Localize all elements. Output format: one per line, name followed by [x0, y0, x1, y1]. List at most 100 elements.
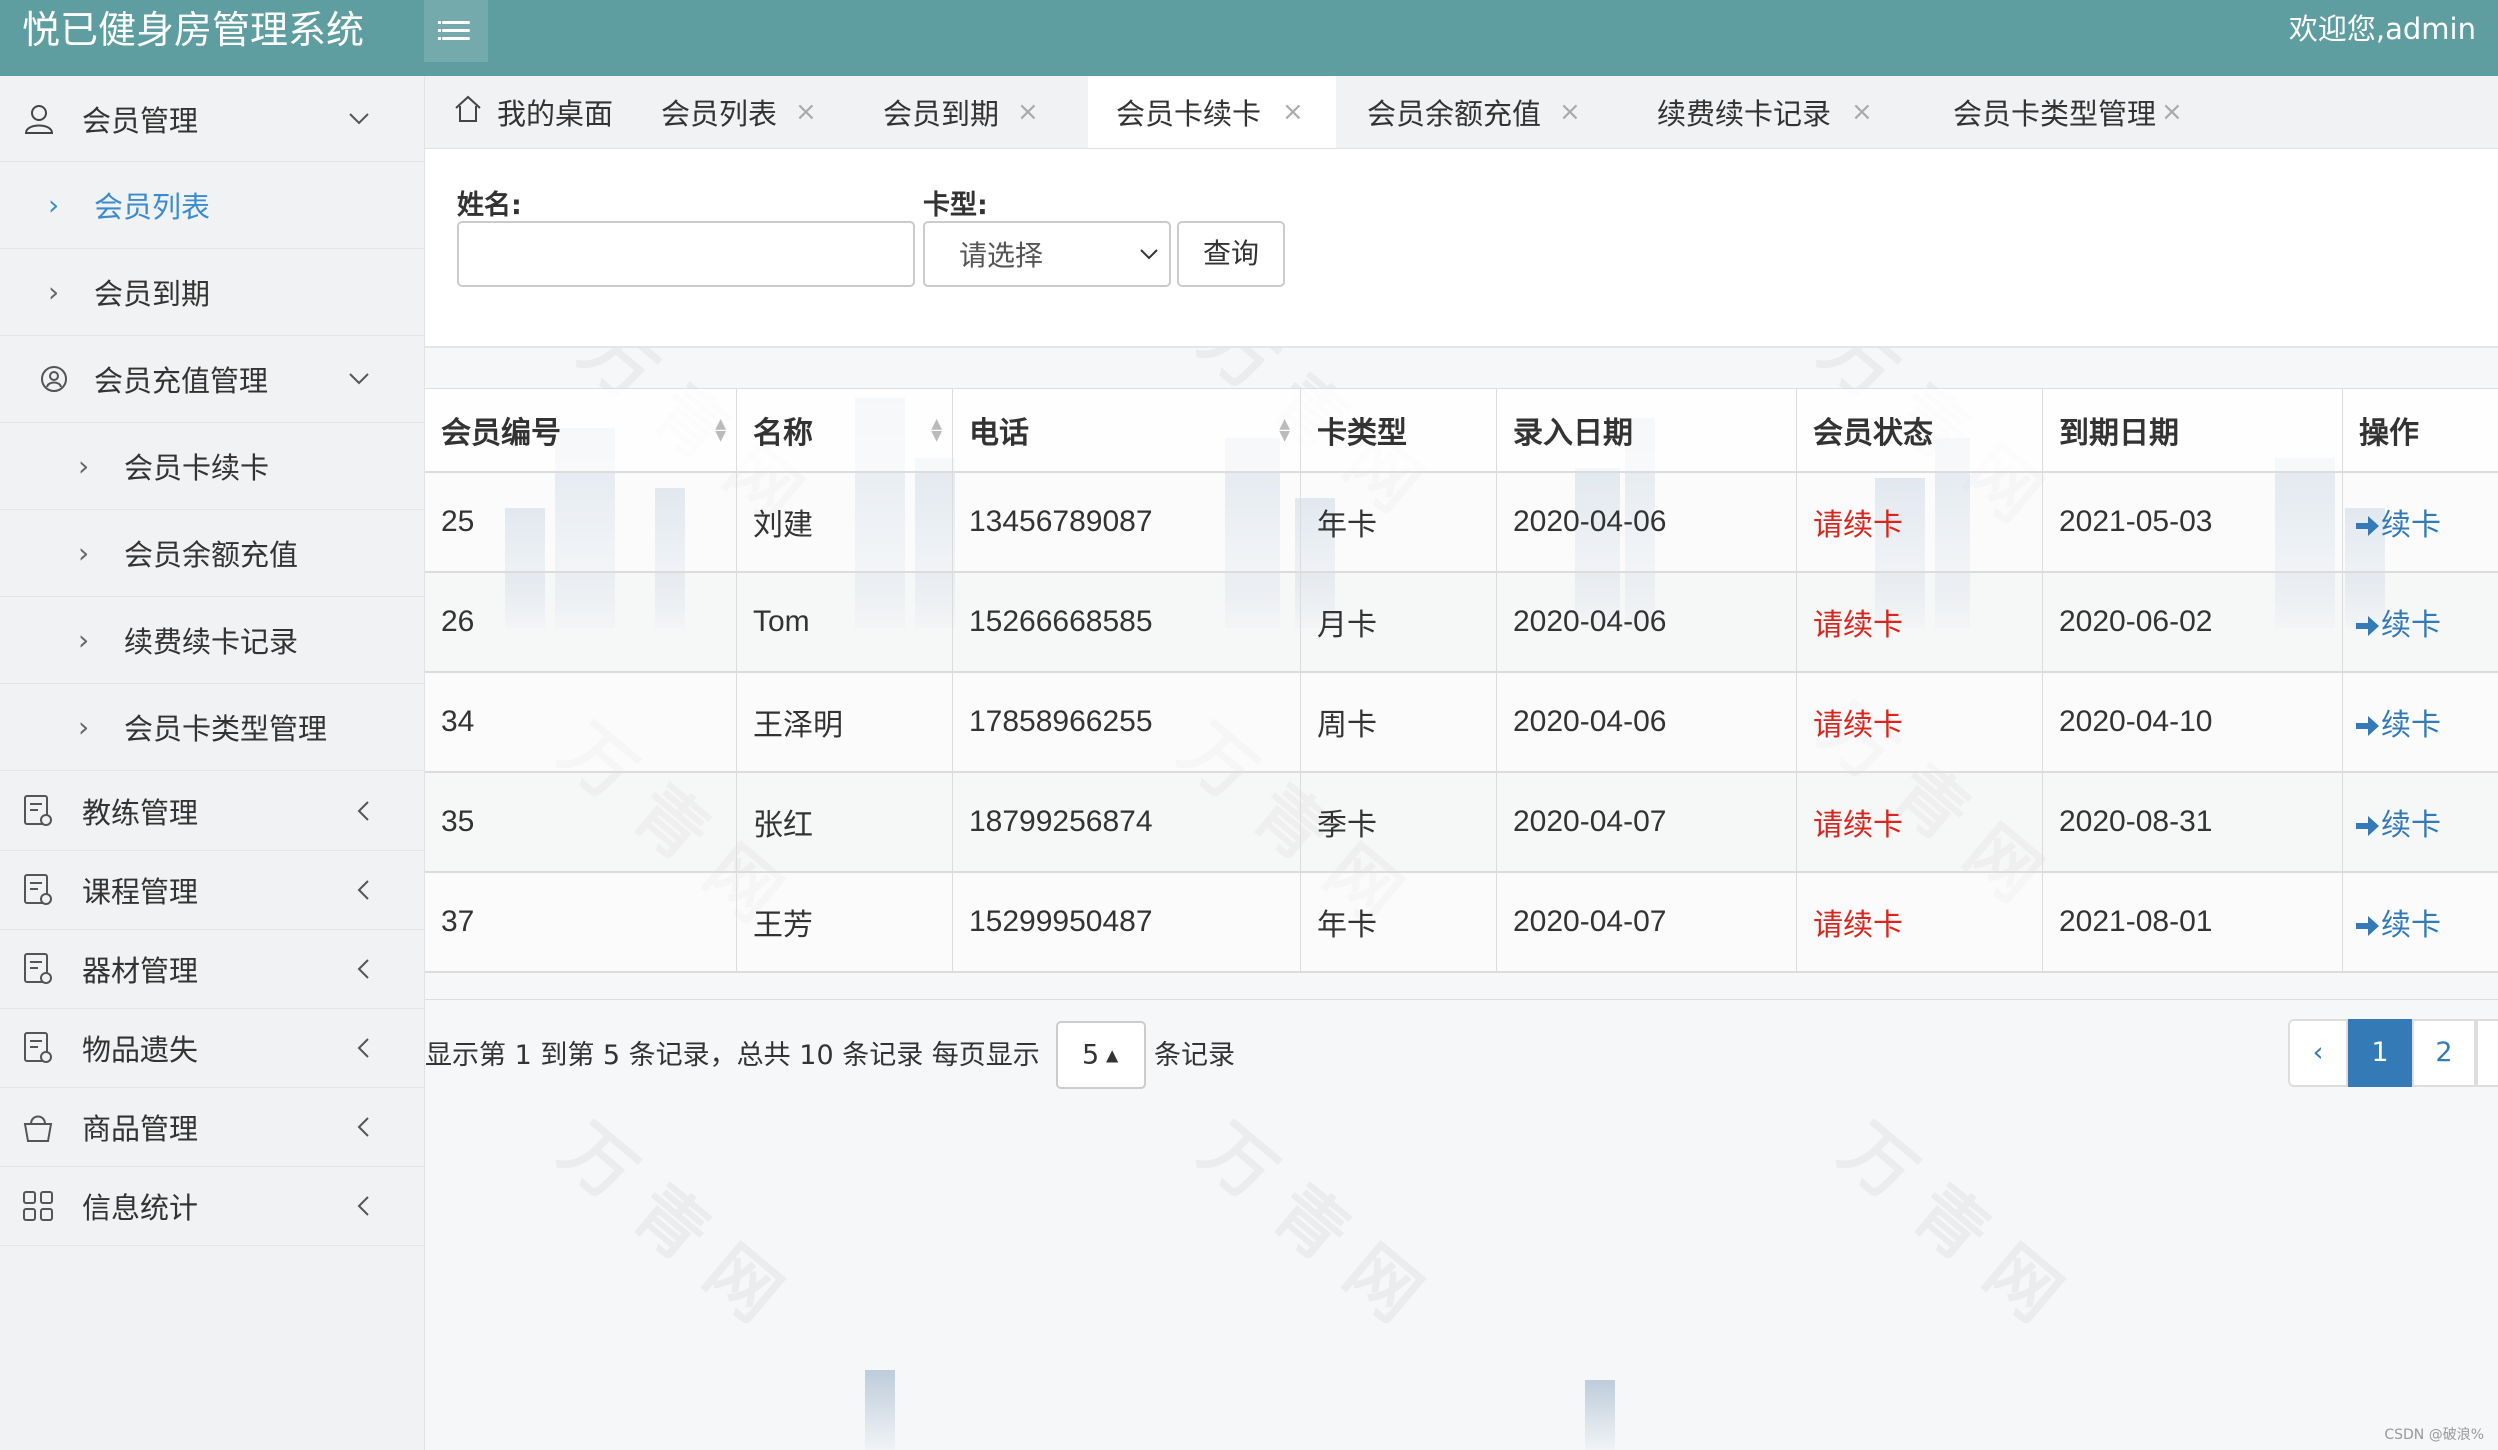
tab-balance-recharge[interactable]: 会员余额充值 × [1337, 76, 1617, 148]
renew-link[interactable]: 续卡 [2355, 900, 2441, 944]
sidebar-item-statistics[interactable]: 信息统计 [0, 1167, 424, 1246]
page-button-1[interactable]: 1 [2348, 1019, 2412, 1087]
cell-phone: 13456789087 [953, 473, 1301, 571]
menu-toggle-button[interactable] [424, 0, 488, 62]
cell-created: 2020-04-07 [1497, 773, 1797, 871]
sidebar-item-label: 会员余额充值 [124, 538, 299, 572]
members-table: 会员编号 ▲ ▼ 名称 ▲ ▼ 电话 ▲ ▼ 卡类型 录入日期 会员状态 到期日期 操作 2… [425, 388, 2498, 1000]
sidebar-item-balance-recharge[interactable]: › 会员余额充值 [0, 510, 424, 597]
chevron-down-icon [1140, 249, 1158, 260]
page-size-select[interactable]: 5 ▲ [1056, 1021, 1146, 1089]
cell-action[interactable]: 续卡 [2343, 573, 2498, 671]
tab-member-list[interactable]: 会员列表 × [617, 76, 837, 148]
close-icon[interactable]: × [1282, 97, 1304, 127]
cell-id: 34 [425, 673, 737, 771]
chevron-left-icon [357, 1038, 369, 1058]
name-search-input[interactable] [457, 221, 915, 287]
tab-label: 会员卡续卡 [1116, 97, 1262, 131]
sidebar-item-label: 信息统计 [82, 1191, 199, 1225]
sidebar-item-label: 教练管理 [82, 795, 199, 830]
column-header-action: 操作 [2359, 416, 2419, 451]
sidebar-item-member-expiry[interactable]: › 会员到期 [0, 249, 424, 336]
cell-card: 周卡 [1301, 673, 1497, 771]
grid-icon [23, 1191, 53, 1221]
column-header-name[interactable]: 名称 ▲ ▼ [737, 389, 953, 471]
cell-name: 王芳 [737, 873, 953, 971]
status-text: 请续卡 [1813, 609, 1903, 642]
column-header-card-type: 卡类型 [1301, 389, 1497, 471]
status-text: 请续卡 [1813, 909, 1903, 942]
tab-card-type-management[interactable]: 会员卡类型管理 × [1897, 76, 2197, 148]
sidebar-item-label: 会员充值管理 [94, 364, 269, 398]
tab-label: 续费续卡记录 [1657, 97, 1832, 131]
table-row: 34 王泽明 17858966255 周卡 2020-04-06 请续卡 2020-04-1… [425, 673, 2498, 773]
tab-card-renewal[interactable]: 会员卡续卡 × [1088, 76, 1336, 148]
sidebar-item-goods-management[interactable]: 商品管理 [0, 1088, 424, 1167]
renew-link-label[interactable]: 续卡 [2381, 809, 2441, 842]
chevron-left-icon [357, 1196, 369, 1216]
cell-status: 请续卡 [1797, 773, 2043, 871]
page-button-2[interactable]: 2 [2412, 1019, 2476, 1087]
cell-created: 2020-04-06 [1497, 673, 1797, 771]
tab-label: 会员卡类型管理 [1953, 97, 2157, 131]
tab-member-expiry[interactable]: 会员到期 × [837, 76, 1047, 148]
sidebar-item-label: 物品遗失 [82, 1033, 199, 1067]
sidebar-item-recharge-management[interactable]: 会员充值管理 [0, 336, 424, 423]
sidebar-item-label: 商品管理 [82, 1112, 199, 1146]
arrow-right-icon [2356, 916, 2379, 936]
close-icon[interactable]: × [2161, 97, 2183, 127]
chevron-left-icon [357, 959, 369, 979]
document-icon [24, 1032, 52, 1063]
sidebar-item-course-management[interactable]: 课程管理 [0, 851, 424, 930]
renew-link-label[interactable]: 续卡 [2381, 709, 2441, 742]
renew-link[interactable]: 续卡 [2355, 700, 2441, 744]
sidebar-item-equipment-management[interactable]: 器材管理 [0, 930, 424, 1009]
cell-id: 25 [425, 473, 737, 571]
cell-name: 张红 [737, 773, 953, 871]
cell-action[interactable]: 续卡 [2343, 873, 2498, 971]
chevron-right-icon: › [78, 710, 90, 744]
renew-link[interactable]: 续卡 [2355, 500, 2441, 544]
card-type-select[interactable]: 请选择 [923, 221, 1171, 287]
cell-card: 年卡 [1301, 873, 1497, 971]
prev-page-button[interactable]: ‹ [2288, 1019, 2348, 1087]
table-row: 37 王芳 15299950487 年卡 2020-04-07 请续卡 2021-08-01… [425, 873, 2498, 973]
close-icon[interactable]: × [795, 97, 817, 127]
sidebar: 会员管理 › 会员列表 › 会员到期 会员充值管理 › 会员卡续卡 › 会员余额… [0, 76, 425, 1450]
cell-action[interactable]: 续卡 [2343, 473, 2498, 571]
close-icon[interactable]: × [1851, 97, 1873, 127]
renew-link[interactable]: 续卡 [2355, 600, 2441, 644]
sidebar-item-card-renewal[interactable]: › 会员卡续卡 [0, 423, 424, 510]
sidebar-item-label: 会员列表 [94, 190, 211, 224]
cell-id: 35 [425, 773, 737, 871]
cell-expire: 2020-04-10 [2043, 673, 2343, 771]
sidebar-item-member-management[interactable]: 会员管理 [0, 76, 424, 162]
cell-created: 2020-04-06 [1497, 573, 1797, 671]
next-page-button-clipped[interactable] [2476, 1019, 2498, 1087]
renew-link-label[interactable]: 续卡 [2381, 909, 2441, 942]
query-button[interactable]: 查询 [1177, 221, 1285, 287]
renew-link-label[interactable]: 续卡 [2381, 609, 2441, 642]
sidebar-item-card-type-management[interactable]: › 会员卡类型管理 [0, 684, 424, 771]
tab-desktop[interactable]: 我的桌面 [425, 76, 617, 148]
sidebar-item-renewal-records[interactable]: › 续费续卡记录 [0, 597, 424, 684]
cell-action[interactable]: 续卡 [2343, 773, 2498, 871]
sidebar-item-coach-management[interactable]: 教练管理 [0, 771, 424, 851]
close-icon[interactable]: × [1017, 97, 1039, 127]
column-header-phone[interactable]: 电话 ▲ ▼ [953, 389, 1301, 471]
chevron-left-icon [357, 1117, 369, 1137]
column-header-id[interactable]: 会员编号 ▲ ▼ [425, 389, 737, 471]
sidebar-item-member-list[interactable]: › 会员列表 [0, 162, 424, 249]
renew-link[interactable]: 续卡 [2355, 800, 2441, 844]
tab-bar: 我的桌面 会员列表 × 会员到期 × 会员卡续卡 × 会员余额充值 × 续费续卡… [425, 76, 2498, 149]
renew-link-label[interactable]: 续卡 [2381, 509, 2441, 542]
table-header-row: 会员编号 ▲ ▼ 名称 ▲ ▼ 电话 ▲ ▼ 卡类型 录入日期 会员状态 到期日期 操作 [425, 389, 2498, 473]
close-icon[interactable]: × [1559, 97, 1581, 127]
cell-status: 请续卡 [1797, 873, 2043, 971]
tab-renewal-records[interactable]: 续费续卡记录 × [1617, 76, 1897, 148]
cell-action[interactable]: 续卡 [2343, 673, 2498, 771]
sidebar-item-lost-items[interactable]: 物品遗失 [0, 1009, 424, 1088]
cell-id: 37 [425, 873, 737, 971]
welcome-user[interactable]: 欢迎您,admin [2289, 0, 2476, 58]
cell-status: 请续卡 [1797, 473, 2043, 571]
